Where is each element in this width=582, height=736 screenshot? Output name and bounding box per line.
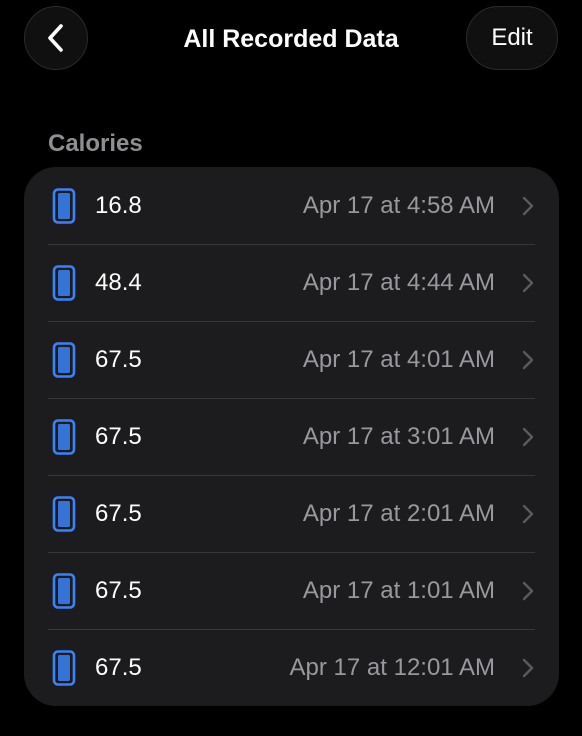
chevron-left-icon xyxy=(48,24,63,52)
list-item[interactable]: 48.4 Apr 17 at 4:44 AM xyxy=(24,244,559,321)
iphone-icon xyxy=(52,342,76,378)
record-date: Apr 17 at 4:44 AM xyxy=(302,269,495,296)
record-value: 67.5 xyxy=(95,346,142,373)
iphone-icon xyxy=(52,496,76,532)
section-header: Calories xyxy=(48,130,143,157)
chevron-right-icon xyxy=(522,658,534,678)
iphone-icon xyxy=(52,265,76,301)
record-value: 67.5 xyxy=(95,423,142,450)
record-date: Apr 17 at 4:58 AM xyxy=(302,192,495,219)
list-item[interactable]: 67.5 Apr 17 at 4:01 AM xyxy=(24,321,559,398)
list-item[interactable]: 67.5 Apr 17 at 1:01 AM xyxy=(24,552,559,629)
iphone-icon xyxy=(52,188,76,224)
record-date: Apr 17 at 3:01 AM xyxy=(302,423,495,450)
record-value: 67.5 xyxy=(95,654,142,681)
chevron-right-icon xyxy=(522,196,534,216)
list-item[interactable]: 67.5 Apr 17 at 12:01 AM xyxy=(24,629,559,706)
records-list: 16.8 Apr 17 at 4:58 AM 48.4 Apr 17 at 4:… xyxy=(24,167,559,706)
record-date: Apr 17 at 12:01 AM xyxy=(289,654,495,681)
record-date: Apr 17 at 4:01 AM xyxy=(302,346,495,373)
list-item[interactable]: 67.5 Apr 17 at 2:01 AM xyxy=(24,475,559,552)
record-date: Apr 17 at 2:01 AM xyxy=(302,500,495,527)
record-value: 48.4 xyxy=(95,269,142,296)
list-item[interactable]: 67.5 Apr 17 at 3:01 AM xyxy=(24,398,559,475)
chevron-right-icon xyxy=(522,350,534,370)
iphone-icon xyxy=(52,573,76,609)
record-value: 16.8 xyxy=(95,192,142,219)
iphone-icon xyxy=(52,650,76,686)
chevron-right-icon xyxy=(522,273,534,293)
iphone-icon xyxy=(52,419,76,455)
chevron-right-icon xyxy=(522,427,534,447)
record-value: 67.5 xyxy=(95,577,142,604)
navigation-bar: All Recorded Data Edit xyxy=(0,0,582,80)
edit-button[interactable]: Edit xyxy=(466,6,558,70)
back-button[interactable] xyxy=(24,6,88,70)
record-date: Apr 17 at 1:01 AM xyxy=(302,577,495,604)
list-item[interactable]: 16.8 Apr 17 at 4:58 AM xyxy=(24,167,559,244)
chevron-right-icon xyxy=(522,581,534,601)
chevron-right-icon xyxy=(522,504,534,524)
record-value: 67.5 xyxy=(95,500,142,527)
